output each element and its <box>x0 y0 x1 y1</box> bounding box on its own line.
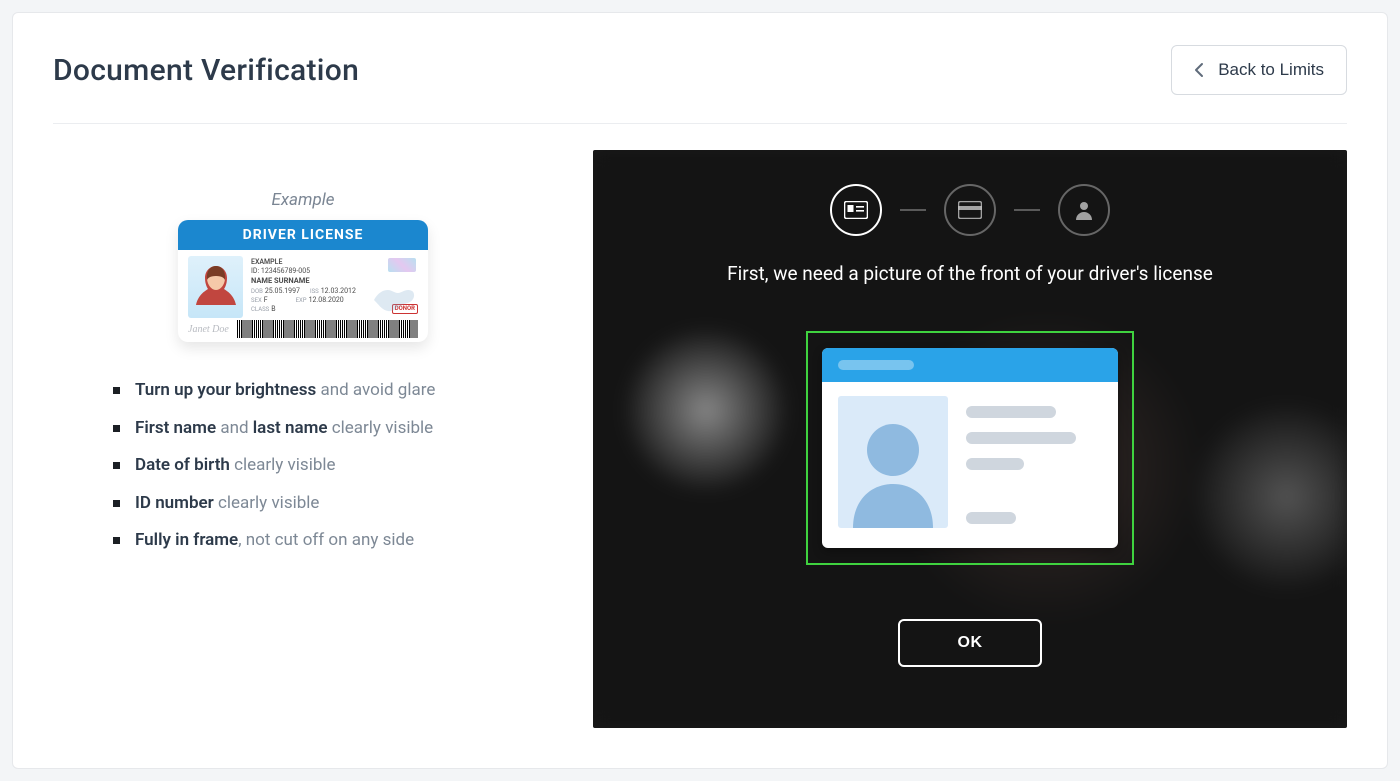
list-item: Turn up your brightness and avoid glare <box>113 378 503 404</box>
ok-button-label: OK <box>958 634 983 651</box>
example-card-body: EXAMPLE ID: 123456789-005 NAME SURNAME D… <box>178 250 428 342</box>
content: Example DRIVER LICENSE EXAMPLE <box>53 124 1347 728</box>
example-license-card: DRIVER LICENSE EXAMPLE ID: 123456789-005 <box>178 220 428 342</box>
step-selfie <box>1058 184 1110 236</box>
header: Document Verification Back to Limits <box>53 45 1347 124</box>
id-card-front-icon <box>844 201 868 219</box>
portrait-placeholder-icon <box>838 396 948 528</box>
hologram-icon <box>388 258 416 272</box>
list-item: ID number clearly visible <box>113 491 503 517</box>
camera-panel: First, we need a picture of the front of… <box>593 150 1347 728</box>
example-field: ID: 123456789-005 <box>251 267 310 276</box>
example-card-title: DRIVER LICENSE <box>178 220 428 250</box>
capture-frame <box>806 331 1134 565</box>
step-id-back <box>944 184 996 236</box>
step-separator <box>900 209 926 211</box>
person-icon <box>1074 200 1094 220</box>
example-field: NAME SURNAME <box>251 276 310 285</box>
license-placeholder <box>822 348 1118 548</box>
back-button-label: Back to Limits <box>1218 60 1324 80</box>
list-item: Fully in frame, not cut off on any side <box>113 528 503 554</box>
portrait-icon <box>188 256 243 318</box>
step-separator <box>1014 209 1040 211</box>
chevron-left-icon <box>1194 62 1204 78</box>
barcode-icon <box>237 320 418 338</box>
list-item: First name and last name clearly visible <box>113 416 503 442</box>
camera-instruction: First, we need a picture of the front of… <box>727 262 1213 285</box>
verification-card: Document Verification Back to Limits Exa… <box>12 12 1388 769</box>
list-item: Date of birth clearly visible <box>113 453 503 479</box>
example-field: EXAMPLE <box>251 258 310 267</box>
signature: Janet Doe <box>188 324 229 335</box>
back-to-limits-button[interactable]: Back to Limits <box>1171 45 1347 95</box>
world-map-icon <box>370 280 418 316</box>
page-title: Document Verification <box>53 53 359 88</box>
example-caption: Example <box>271 190 334 210</box>
requirements-list: Turn up your brightness and avoid glare … <box>53 378 553 566</box>
step-indicator <box>830 184 1110 236</box>
step-id-front <box>830 184 882 236</box>
id-card-back-icon <box>958 201 982 219</box>
instructions-column: Example DRIVER LICENSE EXAMPLE <box>53 150 553 728</box>
ok-button[interactable]: OK <box>898 619 1042 667</box>
